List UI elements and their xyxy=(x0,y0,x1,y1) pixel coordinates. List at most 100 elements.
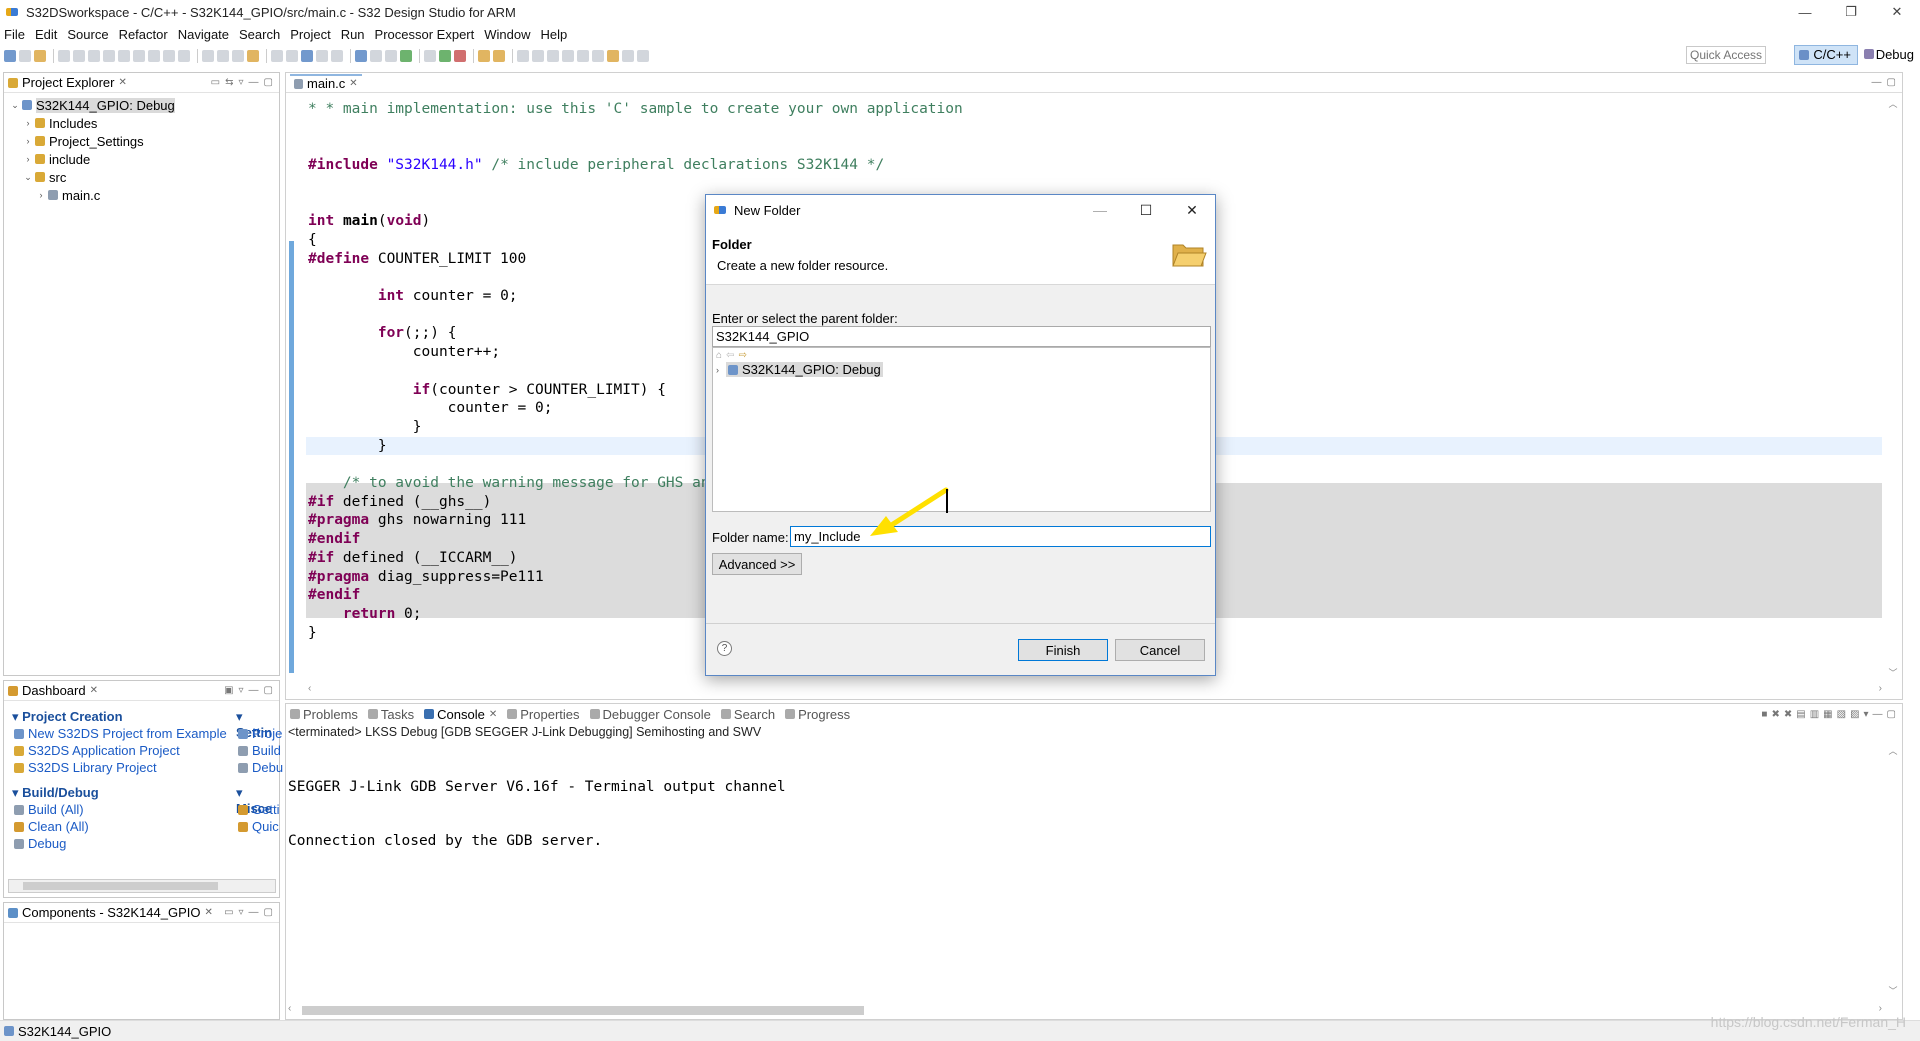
hammer-icon[interactable] xyxy=(316,50,328,62)
dashboard-toolbar-icon[interactable]: ▣ xyxy=(224,685,233,696)
toggle-mark-icon[interactable] xyxy=(532,50,544,62)
menu-navigate[interactable]: Navigate xyxy=(178,27,229,42)
link-application-project[interactable]: S32DS Application Project xyxy=(14,743,180,758)
tree-item[interactable]: ⌄ src xyxy=(4,168,279,186)
maximize-view-icon[interactable]: ▢ xyxy=(264,77,273,88)
restart-icon[interactable] xyxy=(232,50,244,62)
expand-icon[interactable]: › xyxy=(23,154,33,164)
components-icon[interactable] xyxy=(370,50,382,62)
console-horizontal-scrollbar[interactable]: ‹ › xyxy=(288,1003,1882,1017)
processor-icon[interactable] xyxy=(355,50,367,62)
link-library-project[interactable]: S32DS Library Project xyxy=(14,760,157,775)
expand-icon[interactable]: ⌄ xyxy=(10,100,20,111)
tree-item[interactable]: ⌄ S32K144_GPIO: Debug xyxy=(4,96,279,114)
perspective-debug-button[interactable]: Debug xyxy=(1862,45,1914,65)
terminate-icon[interactable]: ■ xyxy=(1761,709,1767,720)
last-edit-icon[interactable] xyxy=(607,50,619,62)
link-new-from-example[interactable]: New S32DS Project from Example xyxy=(14,726,227,741)
minimize-view-icon[interactable]: — xyxy=(1873,709,1883,720)
tree-item[interactable]: › main.c xyxy=(4,186,279,204)
remove-launch-icon[interactable]: ✖ xyxy=(1771,709,1779,720)
home-icon[interactable]: ⌂ xyxy=(716,350,722,361)
menu-help[interactable]: Help xyxy=(541,27,568,42)
prev-annotation-icon[interactable] xyxy=(592,50,604,62)
next-annotation-icon[interactable] xyxy=(577,50,589,62)
menu-file[interactable]: File xyxy=(4,27,25,42)
maximize-view-icon[interactable]: ▢ xyxy=(1887,709,1896,720)
chip-icon[interactable] xyxy=(301,50,313,62)
advanced-button[interactable]: Advanced >> xyxy=(712,553,802,575)
step-into-icon[interactable] xyxy=(148,50,160,62)
minimize-button[interactable]: — xyxy=(1782,0,1828,24)
suspend-icon[interactable] xyxy=(103,50,115,62)
maximize-view-icon[interactable]: ▢ xyxy=(264,685,273,696)
terminate-icon[interactable] xyxy=(118,50,130,62)
step-icon[interactable] xyxy=(73,50,85,62)
menu-run[interactable]: Run xyxy=(341,27,365,42)
tab-progress[interactable]: Progress xyxy=(785,707,850,722)
block-select-icon[interactable] xyxy=(547,50,559,62)
expand-icon[interactable]: › xyxy=(716,365,726,375)
cancel-button[interactable]: Cancel xyxy=(1115,639,1205,661)
close-tab-icon[interactable]: ✕ xyxy=(118,77,126,88)
console-vertical-scrollbar[interactable]: ︿ ﹀ xyxy=(1886,744,1900,997)
reset-icon[interactable] xyxy=(217,50,229,62)
new-class-icon[interactable] xyxy=(400,50,412,62)
parent-folder-tree[interactable]: ⌂ ⇦ ⇨ › S32K144_GPIO: Debug xyxy=(712,347,1211,512)
tree-item[interactable]: › include xyxy=(4,150,279,168)
tab-debugger-console[interactable]: Debugger Console xyxy=(589,707,711,722)
back-icon[interactable]: ⇦ xyxy=(726,350,734,361)
close-tab-icon[interactable]: ✕ xyxy=(489,709,497,720)
folder-name-input[interactable] xyxy=(790,526,1211,547)
pin-console-icon[interactable]: ▧ xyxy=(1837,709,1846,720)
forward-icon[interactable] xyxy=(637,50,649,62)
dashboard-horizontal-scrollbar[interactable] xyxy=(8,879,276,893)
scroll-lock-icon[interactable]: ▥ xyxy=(1810,709,1819,720)
maximize-view-icon[interactable]: ▢ xyxy=(264,907,273,918)
view-menu-icon[interactable]: ▿ xyxy=(239,907,244,918)
minimize-view-icon[interactable]: — xyxy=(1872,77,1882,88)
components-tab[interactable]: Components - S32K144_GPIO ✕ xyxy=(8,905,213,920)
dashboard-tab[interactable]: Dashboard ✕ xyxy=(8,683,98,698)
tab-properties[interactable]: Properties xyxy=(507,707,580,722)
link-editor-icon[interactable]: ⇆ xyxy=(225,77,233,88)
menu-project[interactable]: Project xyxy=(290,27,330,42)
dialog-close-button[interactable]: ✕ xyxy=(1169,195,1215,225)
view-menu-icon[interactable]: ▿ xyxy=(239,685,244,696)
tree-item[interactable]: › Includes xyxy=(4,114,279,132)
menu-window[interactable]: Window xyxy=(484,27,530,42)
expand-icon[interactable]: ⌄ xyxy=(23,172,33,183)
finish-button[interactable]: Finish xyxy=(1018,639,1108,661)
memory-icon[interactable] xyxy=(331,50,343,62)
link-debug[interactable]: Debug xyxy=(14,836,66,851)
build-icon[interactable] xyxy=(286,50,298,62)
close-tab-icon[interactable]: ✕ xyxy=(90,685,98,696)
expand-icon[interactable]: › xyxy=(36,190,46,200)
parent-folder-input[interactable] xyxy=(712,326,1211,347)
editor-tab-main-c[interactable]: main.c ✕ xyxy=(290,74,362,91)
tab-tasks[interactable]: Tasks xyxy=(367,707,414,722)
close-tab-icon[interactable]: ✕ xyxy=(349,78,357,89)
dialog-minimize-button[interactable]: — xyxy=(1077,195,1123,225)
quick-access-input[interactable] xyxy=(1686,46,1766,64)
help-icon[interactable]: ? xyxy=(717,641,732,656)
clear-console-icon[interactable]: ▤ xyxy=(1796,709,1805,720)
minimize-view-icon[interactable]: — xyxy=(249,77,259,88)
back-icon[interactable] xyxy=(622,50,634,62)
section-project-creation[interactable]: ▾ Project Creation xyxy=(12,709,123,725)
minimize-view-icon[interactable]: — xyxy=(249,907,259,918)
view-menu-icon[interactable]: ▿ xyxy=(239,77,244,88)
instruction-icon[interactable] xyxy=(202,50,214,62)
open-icon[interactable] xyxy=(34,50,46,62)
lightning-icon[interactable] xyxy=(247,50,259,62)
forward-icon[interactable]: ⇨ xyxy=(738,350,746,361)
open-type-icon[interactable] xyxy=(478,50,490,62)
editor-vertical-scrollbar[interactable]: ︿ ﹀ xyxy=(1886,97,1900,679)
link-project-settings[interactable]: Proje xyxy=(238,726,282,741)
menu-processor-expert[interactable]: Processor Expert xyxy=(375,27,475,42)
restore-button[interactable]: ❐ xyxy=(1828,0,1874,24)
close-tab-icon[interactable]: ✕ xyxy=(205,907,213,918)
tab-search[interactable]: Search xyxy=(720,707,775,722)
resume-icon[interactable] xyxy=(88,50,100,62)
debug-icon[interactable] xyxy=(424,50,436,62)
